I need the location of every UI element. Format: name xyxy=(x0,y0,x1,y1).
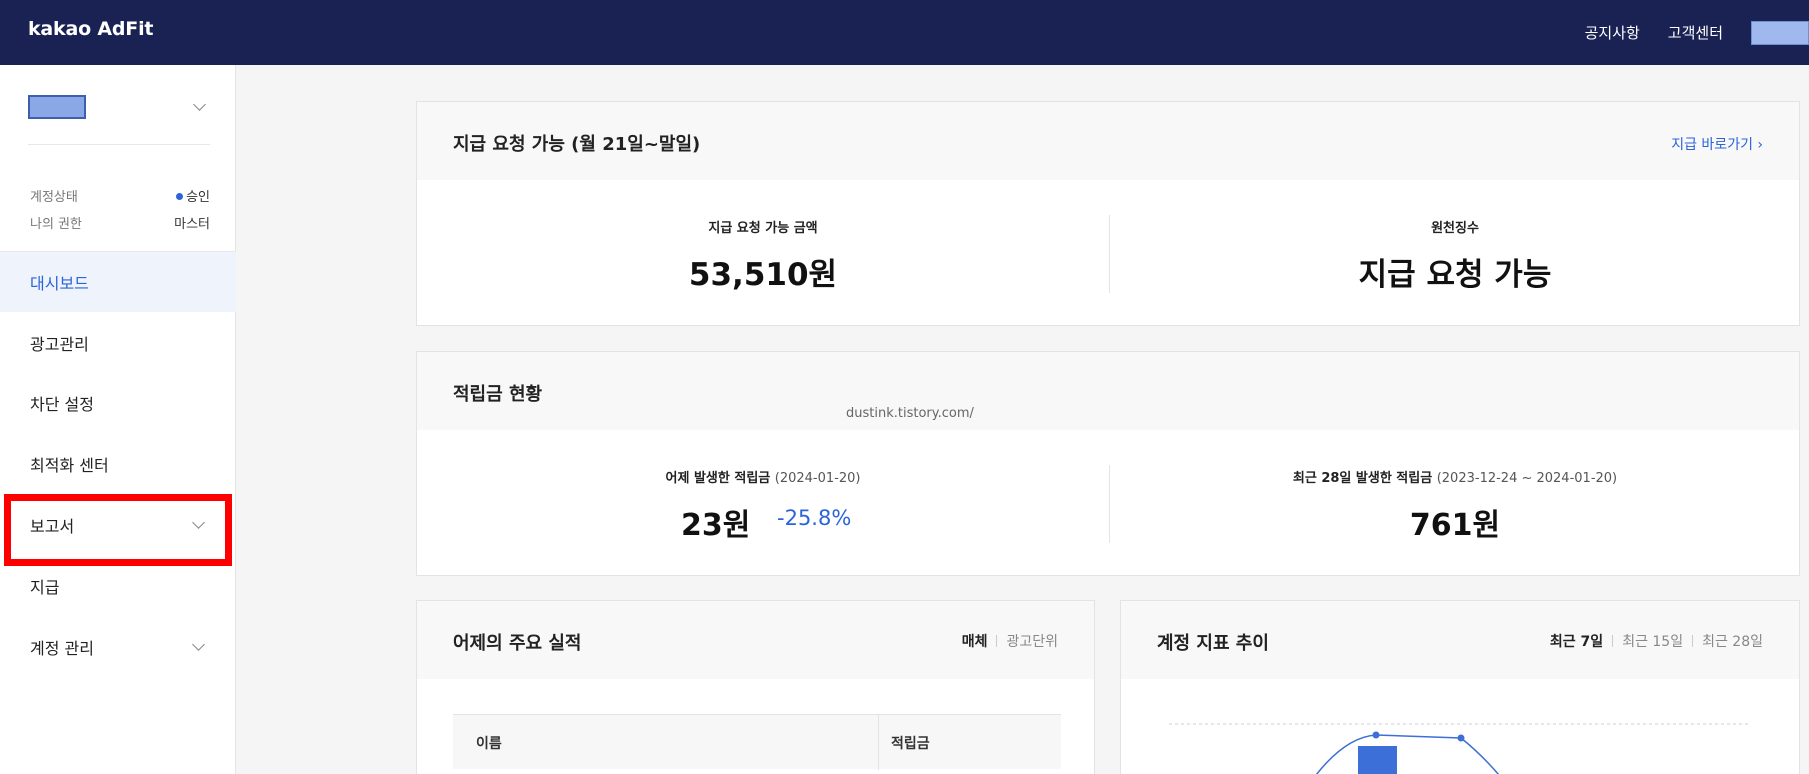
tab-ad-unit[interactable]: 광고단위 xyxy=(1006,631,1058,651)
role-row: 나의 권한 마스터 xyxy=(30,213,210,232)
trend-tabs: 최근 7일 최근 15일 최근 28일 xyxy=(1550,631,1763,651)
role-value: 마스터 xyxy=(174,217,210,232)
column-header-name[interactable]: 이름 xyxy=(476,733,502,753)
sidebar-item-dashboard[interactable]: 대시보드 xyxy=(0,252,236,312)
sidebar-item-label: 광고관리 xyxy=(30,335,89,354)
sidebar-item-label: 지급 xyxy=(30,578,60,597)
chevron-down-icon xyxy=(193,98,206,111)
card-header xyxy=(417,352,1799,430)
tab-last-15-days[interactable]: 최근 15일 xyxy=(1622,631,1683,651)
yesterday-earnings-label: 어제 발생한 적립금 (2024-01-20) xyxy=(417,467,1109,486)
divider xyxy=(28,144,210,145)
column-header-earnings[interactable]: 적립금 xyxy=(891,733,930,753)
account-selector[interactable] xyxy=(28,95,210,125)
payout-card: 지급 요청 가능 (월 21일~말일) 지급 바로가기 › 지급 요청 가능 금… xyxy=(416,101,1800,326)
top-nav: 공지사항 고객센터 xyxy=(1585,0,1809,65)
account-status-label: 계정상태 xyxy=(30,190,78,205)
performance-tabs: 매체 광고단위 xyxy=(962,631,1058,651)
chevron-down-icon xyxy=(192,638,205,651)
user-account-button[interactable] xyxy=(1751,20,1809,45)
trend-card-title: 계정 지표 추이 xyxy=(1157,633,1269,654)
sidebar-item-optimization[interactable]: 최적화 센터 xyxy=(0,434,236,494)
account-status-text: 승인 xyxy=(186,190,210,205)
tab-last-7-days[interactable]: 최근 7일 xyxy=(1550,631,1603,651)
yesterday-earnings-value: 23원 xyxy=(681,508,751,543)
sidebar: 계정상태 승인 나의 권한 마스터 대시보드 광고관리 차단 설정 최적화 센터… xyxy=(0,65,236,774)
chart-bar[interactable] xyxy=(1358,746,1397,774)
yesterday-earnings-label-text: 어제 발생한 적립금 xyxy=(665,471,771,486)
divider xyxy=(996,635,998,647)
earnings-card-title: 적립금 현황 xyxy=(453,384,543,405)
recent-range: (2023-12-24 ~ 2024-01-20) xyxy=(1436,471,1618,486)
sidebar-item-label: 계정 관리 xyxy=(30,639,94,658)
account-status-value: 승인 xyxy=(176,186,210,205)
earnings-card: 적립금 현황 어제 발생한 적립금 (2024-01-20) 23원 -25.8… xyxy=(416,351,1800,576)
recent-earnings-value: 761원 xyxy=(1409,508,1501,543)
chart-line xyxy=(1315,734,1500,774)
payout-amount-label: 지급 요청 가능 금액 xyxy=(708,221,818,236)
performance-card-title: 어제의 주요 실적 xyxy=(453,633,582,654)
divider xyxy=(1692,635,1694,647)
tab-media[interactable]: 매체 xyxy=(962,631,988,651)
yesterday-earnings-delta: -25.8% xyxy=(777,506,852,530)
yesterday-date: (2024-01-20) xyxy=(774,471,861,486)
sidebar-item-account-management[interactable]: 계정 관리 xyxy=(0,617,236,677)
recent-earnings-label-text: 최근 28일 발생한 적립금 xyxy=(1292,471,1433,486)
trend-card: 계정 지표 추이 최근 7일 최근 15일 최근 28일 xyxy=(1120,600,1800,774)
sidebar-item-ads[interactable]: 광고관리 xyxy=(0,313,236,373)
recent-earnings-label: 최근 28일 발생한 적립금 (2023-12-24 ~ 2024-01-20) xyxy=(1109,467,1801,486)
customer-center-link[interactable]: 고객센터 xyxy=(1668,22,1723,43)
chart-point[interactable] xyxy=(1457,734,1465,742)
account-name-box xyxy=(28,95,86,119)
watermark-text: dustink.tistory.com/ xyxy=(846,406,974,421)
sidebar-item-label: 차단 설정 xyxy=(30,395,94,414)
brand-logo[interactable]: kakao AdFit xyxy=(28,18,153,40)
divider xyxy=(878,715,879,770)
chart-point[interactable] xyxy=(1372,731,1380,739)
payout-amount-value: 53,510원 xyxy=(688,257,838,293)
payout-card-title: 지급 요청 가능 (월 21일~말일) xyxy=(453,134,701,155)
withholding-tax-value: 지급 요청 가능 xyxy=(1358,257,1552,293)
role-label: 나의 권한 xyxy=(30,217,82,232)
table-header: 이름 적립금 xyxy=(453,714,1061,770)
tab-last-28-days[interactable]: 최근 28일 xyxy=(1702,631,1763,651)
sidebar-item-label: 대시보드 xyxy=(30,274,89,293)
account-status-row: 계정상태 승인 xyxy=(30,186,210,205)
go-to-payout-link[interactable]: 지급 바로가기 › xyxy=(1671,134,1763,154)
performance-card: 어제의 주요 실적 매체 광고단위 이름 적립금 xyxy=(416,600,1095,774)
status-dot-icon xyxy=(176,193,184,200)
highlight-annotation xyxy=(4,494,232,566)
trend-chart xyxy=(1169,723,1751,774)
sidebar-item-block-settings[interactable]: 차단 설정 xyxy=(0,373,236,433)
divider xyxy=(1612,635,1614,647)
top-bar: kakao AdFit 공지사항 고객센터 xyxy=(0,0,1809,65)
sidebar-item-label: 최적화 센터 xyxy=(30,456,109,475)
withholding-tax-label: 원천징수 xyxy=(1431,221,1479,236)
notice-link[interactable]: 공지사항 xyxy=(1585,22,1640,43)
